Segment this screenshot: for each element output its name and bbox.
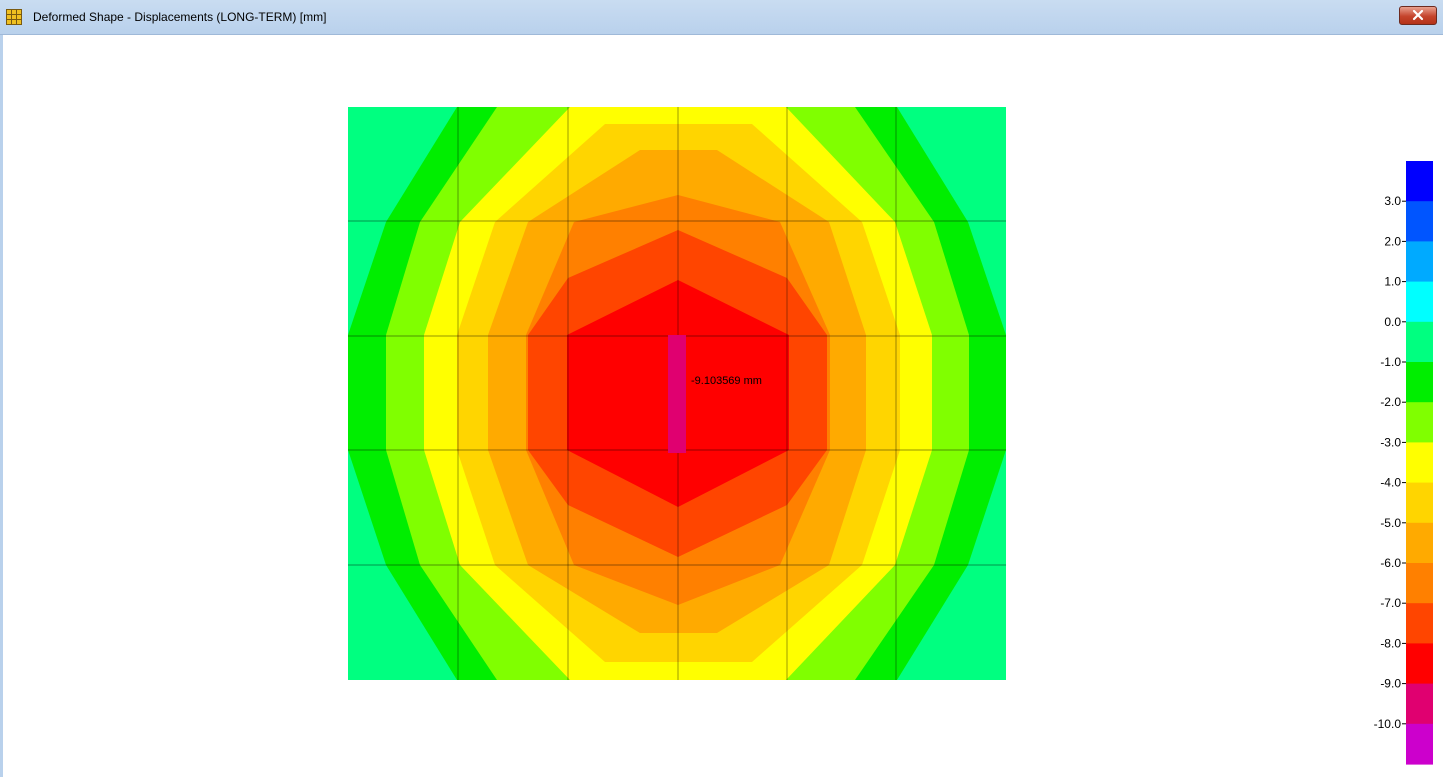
legend-label: -8.0 [1380, 636, 1401, 650]
legend-swatch [1406, 482, 1433, 524]
color-legend: 3.0 2.0 1.0 0.0 -1.0 -2.0 -3.0 -4.0 -5.0 -6.0 -7.0… [1374, 161, 1433, 765]
legend-swatch [1406, 723, 1433, 765]
legend-label: -1.0 [1380, 355, 1401, 369]
legend-label: -4.0 [1380, 476, 1401, 490]
legend-label: -10.0 [1374, 717, 1402, 731]
legend-swatch [1406, 281, 1433, 323]
legend-label: -5.0 [1380, 516, 1401, 530]
legend-label: -2.0 [1380, 395, 1401, 409]
max-displacement-label: -9.103569 mm [691, 375, 762, 387]
legend-swatch [1406, 201, 1433, 242]
legend-swatch [1406, 161, 1433, 202]
legend-swatch [1406, 442, 1433, 484]
legend-swatch [1406, 241, 1433, 283]
legend-swatch [1406, 603, 1433, 644]
legend-label: -9.0 [1380, 677, 1401, 691]
legend-swatch [1406, 683, 1433, 725]
legend-swatch [1406, 362, 1433, 403]
legend-label: -7.0 [1380, 596, 1401, 610]
legend-label: 1.0 [1384, 275, 1401, 289]
legend-swatch [1406, 643, 1433, 685]
max-displacement-marker[interactable] [668, 335, 686, 453]
legend-swatch [1406, 321, 1433, 363]
legend-label: 0.0 [1384, 315, 1401, 329]
legend-label: 2.0 [1384, 234, 1401, 248]
legend-swatch [1406, 563, 1433, 604]
legend-swatch [1406, 402, 1433, 443]
legend-swatch [1406, 522, 1433, 564]
plot-canvas: -9.103569 mm 3.0 2.0 1.0 0.0 -1.0 -2.0 -3.0 -4.… [348, 107, 1433, 765]
legend-label: 3.0 [1384, 194, 1401, 208]
legend-label: -6.0 [1380, 556, 1401, 570]
legend-label: -3.0 [1380, 435, 1401, 449]
